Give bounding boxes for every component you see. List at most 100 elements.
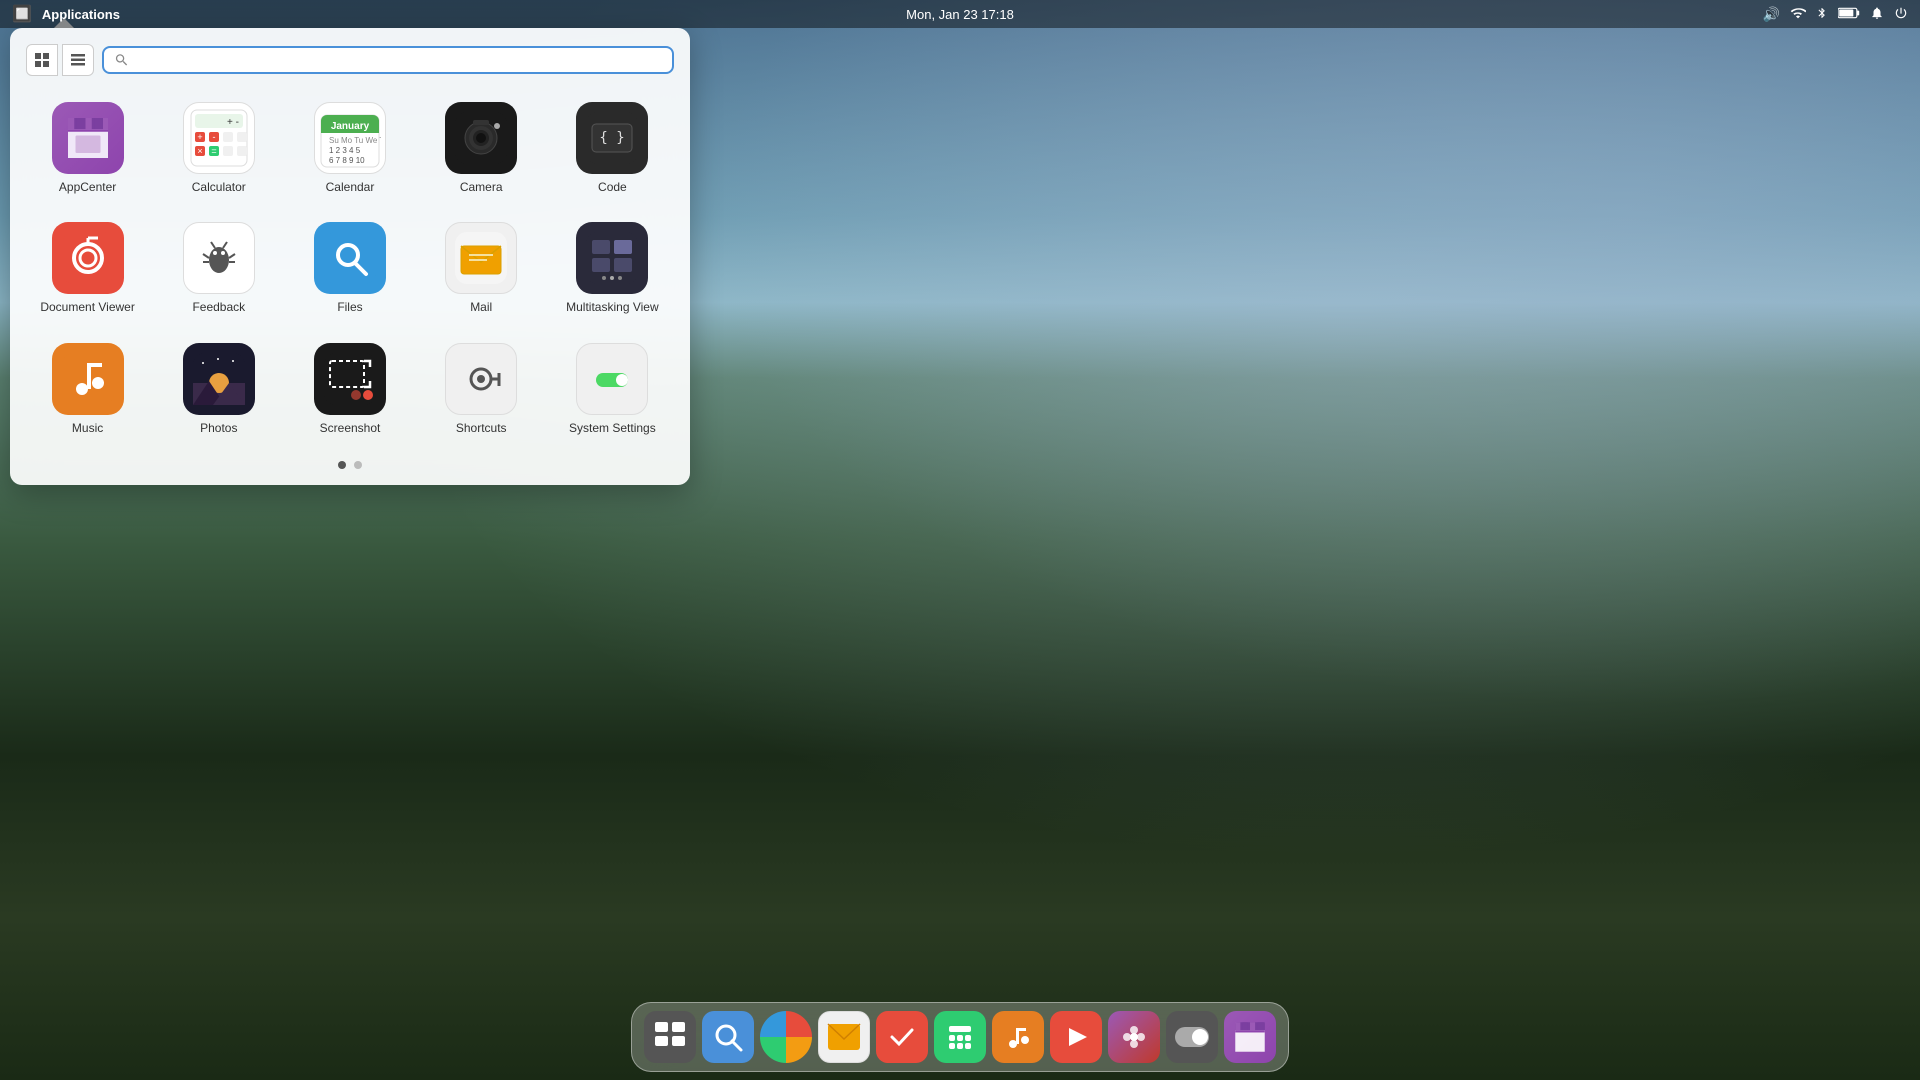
multitasking-label: Multitasking View	[566, 300, 658, 314]
calendar-icon: January Su Mo Tu We Th 1 2 3 4 5 6 7 8 9…	[314, 102, 386, 174]
topbar: 🔲 Applications Mon, Jan 23 17:18 🔊	[0, 0, 1920, 28]
calculator-icon: + - + - × =	[183, 102, 255, 174]
dock	[631, 1002, 1289, 1072]
svg-text:6 7 8 9 10: 6 7 8 9 10	[329, 156, 365, 165]
dock-icon-photos	[1108, 1011, 1160, 1063]
dock-icon-finder	[702, 1011, 754, 1063]
app-item-shortcuts[interactable]: Shortcuts	[420, 333, 543, 445]
svg-text:1 2 3 4 5: 1 2 3 4 5	[329, 146, 361, 155]
app-launcher: AppCenter + - + -	[10, 28, 690, 485]
dock-item-music[interactable]	[992, 1011, 1044, 1063]
topbar-datetime: Mon, Jan 23 17:18	[906, 7, 1014, 22]
feedback-icon	[183, 222, 255, 294]
app-item-calculator[interactable]: + - + - × =	[157, 92, 280, 204]
shortcuts-label: Shortcuts	[456, 421, 507, 435]
dock-icon-calc	[934, 1011, 986, 1063]
app-item-mail[interactable]: Mail	[420, 212, 543, 324]
app-item-music[interactable]: Music	[26, 333, 149, 445]
music-icon	[52, 343, 124, 415]
pagination-dot-2[interactable]	[354, 461, 362, 469]
calendar-label: Calendar	[326, 180, 375, 194]
dock-icon-browser	[760, 1011, 812, 1063]
notifications-icon[interactable]	[1870, 5, 1884, 24]
app-item-code[interactable]: { } Code	[551, 92, 674, 204]
search-box[interactable]	[102, 46, 674, 74]
app-item-multitasking-view[interactable]: Multitasking View	[551, 212, 674, 324]
svg-text:{ }: { }	[600, 130, 625, 146]
dock-icon-toggle	[1166, 1011, 1218, 1063]
power-icon[interactable]	[1894, 5, 1908, 24]
svg-text:+: +	[197, 132, 202, 142]
app-item-system-settings[interactable]: System Settings	[551, 333, 674, 445]
sound-icon[interactable]: 🔊	[1763, 6, 1780, 23]
app-item-calendar[interactable]: January Su Mo Tu We Th 1 2 3 4 5 6 7 8 9…	[288, 92, 411, 204]
app-item-camera[interactable]: Camera	[420, 92, 543, 204]
appcenter-label: AppCenter	[59, 180, 116, 194]
pagination	[26, 461, 674, 469]
photos-label: Photos	[200, 421, 237, 435]
mail-label: Mail	[470, 300, 492, 314]
svg-text:+ -: + -	[227, 117, 239, 128]
calculator-label: Calculator	[192, 180, 246, 194]
app-item-photos[interactable]: Photos	[157, 333, 280, 445]
dock-item-tasks[interactable]	[876, 1011, 928, 1063]
screenshot-icon	[314, 343, 386, 415]
dock-item-video[interactable]	[1050, 1011, 1102, 1063]
system-settings-icon	[576, 343, 648, 415]
topbar-app-name: Applications	[42, 7, 120, 22]
photos-icon	[183, 343, 255, 415]
dock-icon-store	[1224, 1011, 1276, 1063]
dock-icon-music	[992, 1011, 1044, 1063]
topbar-center: Mon, Jan 23 17:18	[906, 7, 1014, 22]
appcenter-icon	[52, 102, 124, 174]
code-icon: { }	[576, 102, 648, 174]
camera-icon	[445, 102, 517, 174]
dock-icon-tasks	[876, 1011, 928, 1063]
dock-item-photos[interactable]	[1108, 1011, 1160, 1063]
dock-item-store[interactable]	[1224, 1011, 1276, 1063]
camera-label: Camera	[460, 180, 503, 194]
system-settings-label: System Settings	[569, 421, 656, 435]
dock-icon-multitasking	[644, 1011, 696, 1063]
desktop: 🔲 Applications Mon, Jan 23 17:18 🔊	[0, 0, 1920, 1080]
grid-view-button[interactable]	[26, 44, 58, 76]
search-icon	[114, 52, 129, 68]
dock-item-browser[interactable]	[760, 1011, 812, 1063]
feedback-label: Feedback	[192, 300, 245, 314]
app-item-appcenter[interactable]: AppCenter	[26, 92, 149, 204]
svg-text:×: ×	[197, 146, 202, 156]
app-item-feedback[interactable]: Feedback	[157, 212, 280, 324]
dock-item-finder[interactable]	[702, 1011, 754, 1063]
topbar-right: 🔊	[1763, 5, 1908, 24]
apps-grid: AppCenter + - + -	[26, 92, 674, 445]
multitasking-icon	[576, 222, 648, 294]
music-label: Music	[72, 421, 103, 435]
pagination-dot-1[interactable]	[338, 461, 346, 469]
topbar-left: 🔲 Applications	[12, 4, 120, 24]
search-input[interactable]	[135, 52, 662, 68]
dock-icon-video	[1050, 1011, 1102, 1063]
dock-item-mail[interactable]	[818, 1011, 870, 1063]
app-item-files[interactable]: Files	[288, 212, 411, 324]
app-item-screenshot[interactable]: Screenshot	[288, 333, 411, 445]
screenshot-label: Screenshot	[320, 421, 381, 435]
svg-text:January: January	[331, 121, 370, 132]
view-buttons	[26, 44, 94, 76]
dock-item-toggle[interactable]	[1166, 1011, 1218, 1063]
battery-icon[interactable]	[1838, 6, 1860, 23]
files-icon	[314, 222, 386, 294]
bluetooth-icon[interactable]	[1816, 5, 1828, 24]
dock-item-calc[interactable]	[934, 1011, 986, 1063]
app-menu-icon[interactable]: 🔲	[12, 4, 32, 24]
shortcuts-icon	[445, 343, 517, 415]
app-item-document-viewer[interactable]: Document Viewer	[26, 212, 149, 324]
list-view-button[interactable]	[62, 44, 94, 76]
dock-item-multitasking[interactable]	[644, 1011, 696, 1063]
search-area	[26, 44, 674, 76]
svg-text:=: =	[211, 146, 216, 156]
code-label: Code	[598, 180, 627, 194]
wifi-icon[interactable]	[1790, 5, 1806, 24]
document-viewer-icon	[52, 222, 124, 294]
files-label: Files	[337, 300, 362, 314]
document-viewer-label: Document Viewer	[40, 300, 135, 314]
